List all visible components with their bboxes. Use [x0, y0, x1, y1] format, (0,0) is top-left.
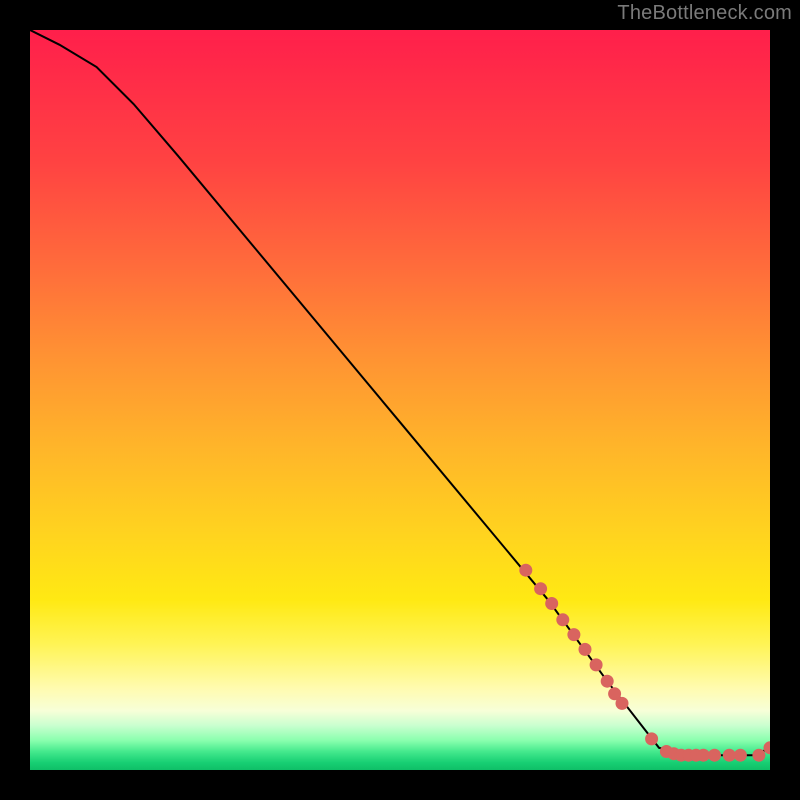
- bottleneck-curve: [30, 30, 770, 755]
- data-marker: [579, 643, 591, 655]
- data-marker: [764, 742, 770, 754]
- data-marker: [535, 583, 547, 595]
- data-marker: [590, 659, 602, 671]
- data-marker: [616, 697, 628, 709]
- data-marker: [520, 564, 532, 576]
- chart-svg: [30, 30, 770, 770]
- data-marker: [753, 749, 765, 761]
- data-marker: [734, 749, 746, 761]
- data-marker: [646, 733, 658, 745]
- watermark-text: TheBottleneck.com: [617, 2, 792, 25]
- chart-canvas: TheBottleneck.com: [0, 0, 800, 800]
- data-marker: [557, 614, 569, 626]
- plot-area: [30, 30, 770, 770]
- data-marker: [568, 629, 580, 641]
- data-marker: [709, 749, 721, 761]
- data-marker: [723, 749, 735, 761]
- marker-group: [520, 564, 770, 761]
- data-marker: [546, 598, 558, 610]
- data-marker: [601, 675, 613, 687]
- data-marker: [697, 749, 709, 761]
